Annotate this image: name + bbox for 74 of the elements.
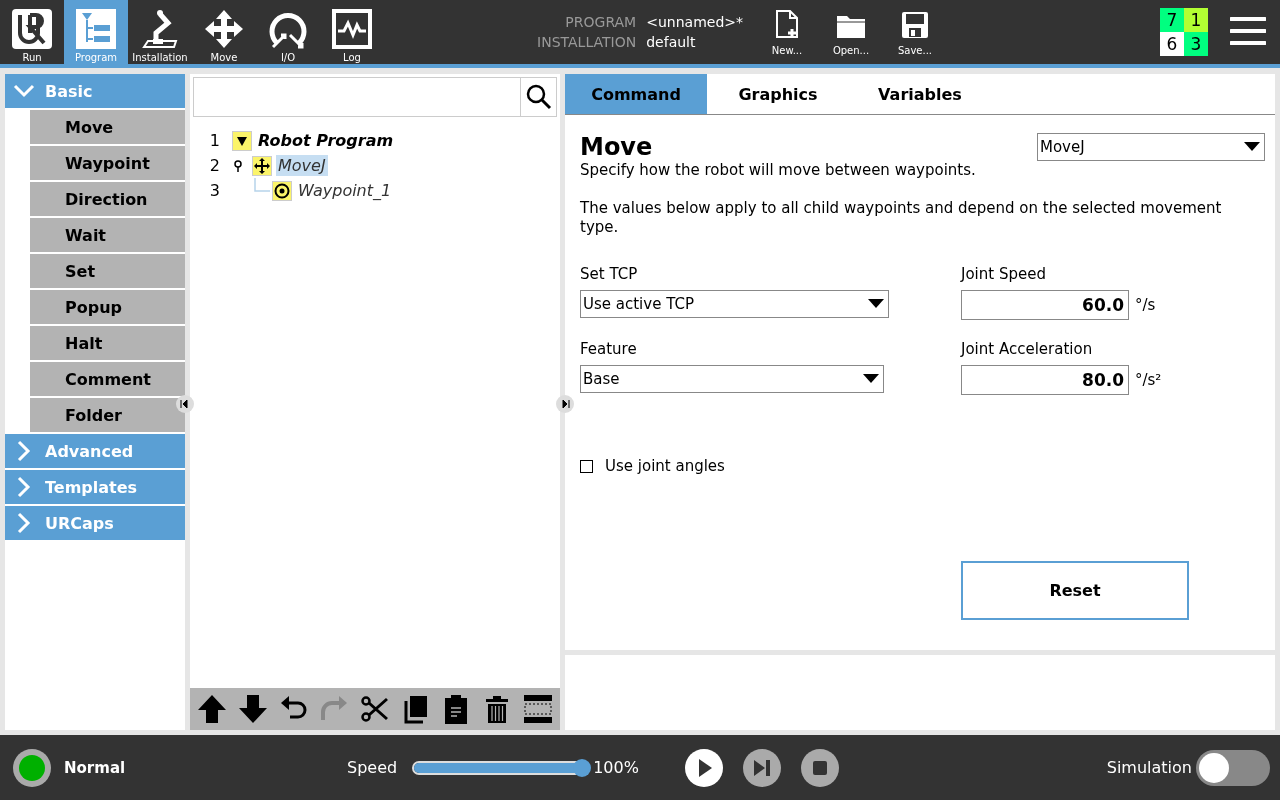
file-button[interactable]: Open... (819, 0, 883, 64)
info-value: default (646, 33, 697, 52)
nav-tab[interactable]: Log (320, 0, 384, 64)
node-title: Move (580, 133, 654, 161)
nav-tab[interactable]: Run (0, 0, 64, 64)
line-number: 2 (208, 156, 220, 175)
dropdown-caret-icon (868, 299, 884, 309)
search-field[interactable] (193, 77, 557, 117)
status-count: 6 (1160, 32, 1184, 56)
dropdown-caret-icon (1244, 142, 1260, 152)
line-number: 1 (208, 131, 220, 150)
tree-connector (254, 177, 270, 192)
description-text: Specify how the robot will move between waypoints. (580, 161, 976, 180)
node-button[interactable]: Popup (30, 290, 185, 324)
move-type-dropdown[interactable]: MoveJ (1037, 133, 1265, 161)
tree-node[interactable]: MoveJ (276, 155, 328, 176)
simulation-label: Simulation (1106, 758, 1192, 777)
reset-button[interactable]: Reset (961, 561, 1189, 620)
speed-label: Speed (347, 758, 398, 777)
tree-node[interactable]: Robot Program (256, 130, 396, 151)
simulation-toggle[interactable] (1196, 749, 1270, 786)
play-button[interactable] (685, 748, 724, 787)
field-label: Set TCP (580, 265, 639, 283)
new-file-icon (775, 9, 799, 39)
robot-status: Normal (64, 758, 127, 777)
info-value: <unnamed>* (646, 13, 743, 32)
node-button[interactable]: Move (30, 110, 185, 144)
info-label: INSTALLATION (537, 33, 637, 52)
status-count: 1 (1184, 8, 1208, 32)
checkbox[interactable] (580, 459, 593, 473)
field-label: Feature (580, 340, 638, 358)
feature-dropdown[interactable]: Base (580, 365, 884, 393)
node-button[interactable]: Folder (30, 398, 185, 432)
speed-reading: 100% (593, 758, 640, 777)
field-label: Joint Speed (961, 265, 1047, 283)
status-count: 3 (1184, 32, 1208, 56)
dropdown-caret-icon (863, 374, 879, 384)
folder-icon (836, 13, 866, 39)
node-button[interactable]: Comment (30, 362, 185, 396)
file-button[interactable]: New... (755, 0, 819, 64)
breakpoint-pin-icon[interactable] (234, 159, 242, 172)
nav-tab[interactable]: I/O (256, 0, 320, 64)
status-count: 7 (1160, 8, 1184, 32)
collapse-handle-icon[interactable] (175, 394, 195, 414)
field-label: Joint Acceleration (961, 340, 1094, 358)
note-text: The values below apply to all child waypoints and depend on the selected movement type. (580, 199, 1223, 237)
info-label: PROGRAM (564, 13, 637, 32)
status-light-icon (12, 747, 52, 788)
node-button[interactable]: Halt (30, 326, 185, 360)
node-button[interactable]: Waypoint (30, 146, 185, 180)
nav-tab[interactable]: Move (192, 0, 256, 64)
file-button[interactable]: Save... (883, 0, 947, 64)
tree-node[interactable]: Waypoint_1 (296, 180, 394, 201)
line-number: 3 (208, 181, 220, 200)
checkbox-label: Use joint angles (605, 457, 725, 475)
nav-tab[interactable]: Installation (128, 0, 192, 64)
robot-arm-icon (140, 9, 180, 49)
tab[interactable]: Command (565, 74, 707, 114)
tcp-dropdown[interactable]: Use active TCP (580, 290, 889, 318)
save-icon (901, 11, 929, 39)
node-button[interactable]: Wait (30, 218, 185, 252)
number-field[interactable]: 60.0 (961, 290, 1129, 320)
move-arrows-icon (204, 9, 244, 49)
logo-icon (12, 9, 52, 49)
log-chart-icon (332, 9, 372, 49)
node-button[interactable]: Set (30, 254, 185, 288)
unit-label: °/s² (1135, 371, 1162, 389)
expand-handle-icon[interactable] (555, 394, 575, 414)
move-arrows-icon (252, 155, 272, 176)
unit-label: °/s (1135, 296, 1156, 314)
node-button[interactable]: Direction (30, 182, 185, 216)
program-tree-icon (76, 9, 116, 49)
number-field[interactable]: 80.0 (961, 365, 1129, 395)
waypoint-target-icon (272, 180, 292, 201)
